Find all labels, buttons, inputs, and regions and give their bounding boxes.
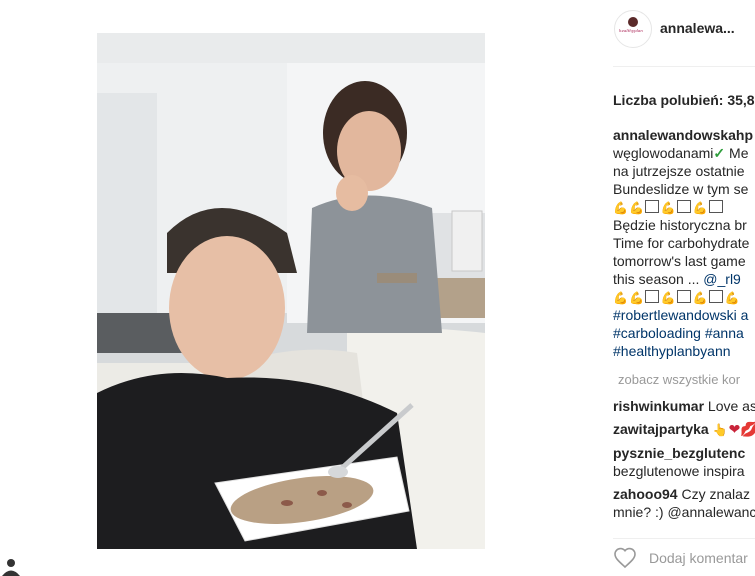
- flexed-biceps-icon: 💪💪: [613, 201, 645, 215]
- caption-line: Time for carbohydrate: [613, 235, 750, 251]
- hand-icon: 👆: [712, 423, 729, 437]
- flexed-biceps-icon: 💪: [724, 291, 741, 305]
- caption-line: węglowodanami: [613, 145, 714, 161]
- post-sidebar: healthyplan annalewa... Liczba polubień:…: [485, 0, 755, 576]
- comment: rishwinkumar Love as: [613, 397, 755, 415]
- caption-line: Będzie historyczna br: [613, 217, 747, 233]
- emoji-box-icon: [676, 290, 691, 303]
- comment-user[interactable]: zawitajpartyka: [613, 421, 709, 437]
- lips-icon: 💋: [740, 421, 755, 437]
- caption-line: Bundeslidze w tym se: [613, 181, 749, 197]
- caption-line: tomorrow's last game: [613, 253, 746, 269]
- check-icon: ✓: [713, 145, 726, 161]
- caption-line: Me: [729, 145, 749, 161]
- emoji-box-icon: [708, 290, 723, 303]
- avatar-photo: [628, 17, 638, 27]
- flexed-biceps-icon: 💪: [660, 201, 677, 215]
- divider: [613, 66, 755, 67]
- emoji-box-icon: [708, 200, 723, 213]
- see-all-comments-link[interactable]: zobacz wszystkie kor: [618, 372, 740, 387]
- emoji-box-icon: [644, 290, 659, 303]
- comment-text: bezglutenowe inspira: [613, 463, 745, 479]
- red-heart-icon: ❤: [728, 421, 741, 437]
- emoji-box-icon: [644, 200, 659, 213]
- likes-count[interactable]: Liczba polubień: 35,8: [613, 92, 755, 108]
- comment: pysznie_bezglutenc: [613, 444, 755, 462]
- person-icon: [2, 559, 20, 576]
- hashtag-link[interactable]: #anna: [705, 325, 744, 341]
- emoji-row: 💪💪 💪 💪 💪: [613, 288, 755, 306]
- comment-text: mnie? :) @annalewanc: [613, 504, 755, 520]
- comment: zahooo94 Czy znalaz: [613, 485, 755, 503]
- photo-illustration: [97, 33, 485, 549]
- comment-user[interactable]: pysznie_bezglutenc: [613, 445, 745, 461]
- flexed-biceps-icon: 💪: [692, 291, 709, 305]
- hashtag-link[interactable]: #carboloading: [613, 325, 701, 341]
- avatar[interactable]: healthyplan: [614, 10, 652, 48]
- add-comment-input[interactable]: Dodaj komentar: [649, 550, 748, 566]
- caption-line: na jutrzejsze ostatnie: [613, 163, 745, 179]
- caption: annalewandowskahp węglowodanami✓ Me na j…: [613, 126, 755, 360]
- caption-author[interactable]: annalewandowskahp: [613, 127, 753, 143]
- comments-list: rishwinkumar Love as zawitajpartyka 👆❤💋 …: [613, 397, 755, 521]
- caption-line: this season ...: [613, 271, 700, 287]
- heart-outline-icon[interactable]: [613, 546, 637, 570]
- emoji-row: 💪💪 💪 💪: [613, 198, 755, 216]
- hashtag-link[interactable]: #healthyplanbyann: [613, 342, 755, 360]
- post-username[interactable]: annalewa...: [660, 20, 735, 36]
- flexed-biceps-icon: 💪: [692, 201, 709, 215]
- avatar-signature: healthyplan: [619, 28, 643, 33]
- post-photo[interactable]: [97, 33, 485, 549]
- mention-link[interactable]: @_rl9: [703, 271, 741, 287]
- comment-bar: Dodaj komentar: [613, 544, 755, 574]
- comment: zawitajpartyka 👆❤💋: [613, 420, 755, 439]
- hashtag-link[interactable]: #robertlewandowski a: [613, 306, 755, 324]
- flexed-biceps-icon: 💪💪: [613, 291, 645, 305]
- comment-user[interactable]: rishwinkumar: [613, 398, 704, 414]
- comment-text: Love as: [707, 398, 755, 414]
- flexed-biceps-icon: 💪: [660, 291, 677, 305]
- emoji-box-icon: [676, 200, 691, 213]
- comment-text: Czy znalaz: [681, 486, 750, 502]
- post-header: healthyplan annalewa...: [485, 0, 755, 66]
- divider: [613, 538, 755, 539]
- comment-user[interactable]: zahooo94: [613, 486, 678, 502]
